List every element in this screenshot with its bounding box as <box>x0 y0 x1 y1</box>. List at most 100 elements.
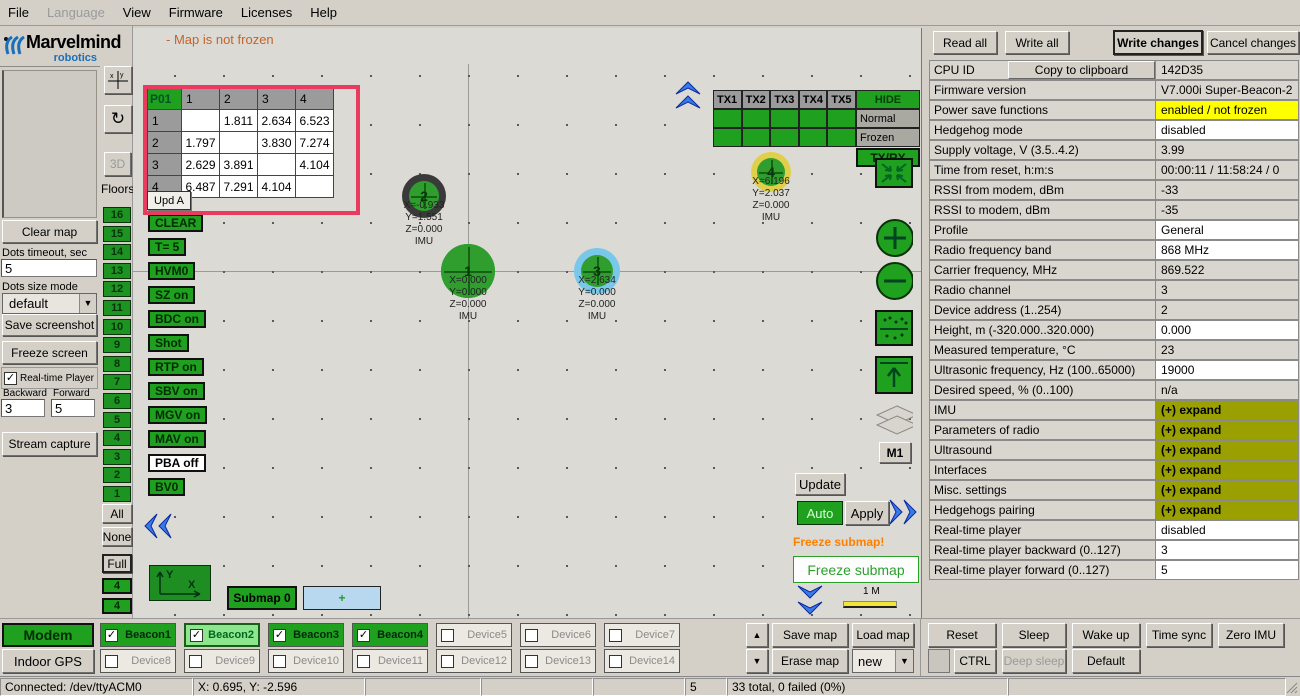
param-value[interactable]: (+) expand <box>1156 400 1299 420</box>
device-button-device7[interactable]: Device7 <box>604 623 680 647</box>
beacon-1[interactable]: 1 X=0.000 Y=0.000 Z=0.000 IMU <box>441 244 495 322</box>
fit-view-icon[interactable] <box>875 158 913 188</box>
floor-button-3[interactable]: 3 <box>103 448 131 465</box>
stream-capture-button[interactable]: Stream capture <box>2 432 97 456</box>
write-all-button[interactable]: Write all <box>1005 31 1069 54</box>
update-button[interactable]: Update <box>795 473 845 495</box>
menu-item-file[interactable]: File <box>8 5 29 20</box>
beacon-4[interactable]: 4 X=6.196 Y=2.037 Z=0.000 IMU <box>751 152 791 223</box>
load-map-button[interactable]: Load map <box>852 623 914 647</box>
scroll-down-icon[interactable]: ▼ <box>746 649 768 673</box>
floors-none-button[interactable]: None <box>102 527 132 546</box>
floor-count-button-2[interactable]: 4 <box>102 598 132 614</box>
checkbox-empty-icon[interactable] <box>525 628 538 642</box>
floor-button-8[interactable]: 8 <box>103 355 131 372</box>
floor-button-7[interactable]: 7 <box>103 374 131 391</box>
tx-frozen-label[interactable]: Frozen <box>855 128 920 147</box>
param-value[interactable]: 869.522 <box>1156 260 1299 280</box>
copy-to-clipboard-button[interactable]: Copy to clipboard <box>1008 61 1155 79</box>
param-value[interactable]: -33 <box>1156 180 1299 200</box>
param-value[interactable]: 3 <box>1156 540 1299 560</box>
floor-button-16[interactable]: 16 <box>103 207 131 223</box>
device-button-device11[interactable]: Device11 <box>352 649 428 673</box>
floor-button-4[interactable]: 4 <box>103 430 131 447</box>
cmd-hvm0-button[interactable]: HVM0 <box>148 262 196 280</box>
param-value[interactable]: General <box>1156 220 1299 240</box>
zoom-out-icon[interactable] <box>875 261 913 301</box>
indoor-gps-tab[interactable]: Indoor GPS <box>2 649 94 673</box>
floor-button-9[interactable]: 9 <box>103 337 131 354</box>
xy-axes-icon[interactable]: xy <box>104 66 132 94</box>
checkbox-checked-icon[interactable]: ✓ <box>357 628 370 642</box>
param-value[interactable]: disabled <box>1156 520 1299 540</box>
erase-map-button[interactable]: Erase map <box>772 649 848 673</box>
upd-a-button[interactable]: Upd A <box>147 191 191 210</box>
floor-button-6[interactable]: 6 <box>103 392 131 409</box>
pan-up-icon[interactable] <box>674 80 702 112</box>
tx-cell[interactable] <box>741 109 771 128</box>
beacon-2[interactable]: 2 X=-0.933 Y=1.551 Z=0.000 IMU <box>402 174 446 247</box>
floor-button-13[interactable]: 13 <box>103 262 131 279</box>
cmd-mav-on-button[interactable]: MAV on <box>148 430 206 448</box>
tx-cell[interactable] <box>798 128 828 147</box>
save-map-button[interactable]: Save map <box>772 623 848 647</box>
tx-normal-label[interactable]: Normal <box>855 109 920 128</box>
tx-cell[interactable] <box>713 128 742 147</box>
modem-tab[interactable]: Modem <box>2 623 94 647</box>
pan-right-icon[interactable] <box>888 498 918 526</box>
write-changes-button[interactable]: Write changes <box>1113 30 1203 55</box>
apply-button[interactable]: Apply <box>845 501 889 525</box>
device-button-beacon4[interactable]: ✓ Beacon4 <box>352 623 428 647</box>
layers-icon[interactable] <box>875 404 913 438</box>
checkbox-checked-icon[interactable]: ✓ <box>4 371 17 385</box>
device-button-device14[interactable]: Device14 <box>604 649 680 673</box>
device-button-device6[interactable]: Device6 <box>520 623 596 647</box>
ctrl-button[interactable]: CTRL <box>954 649 996 673</box>
checkbox-empty-icon[interactable] <box>609 628 622 642</box>
floor-button-11[interactable]: 11 <box>103 299 131 316</box>
beacon-3[interactable]: 3 X=2.634 Y=0.000 Z=0.000 IMU <box>574 248 620 322</box>
param-value[interactable]: 19000 <box>1156 360 1299 380</box>
cmd-t-5-button[interactable]: T= 5 <box>148 238 187 256</box>
param-value[interactable]: (+) expand <box>1156 480 1299 500</box>
checkbox-empty-icon[interactable] <box>441 654 454 668</box>
pan-down-icon[interactable] <box>796 584 824 618</box>
add-submap-button[interactable]: + <box>303 586 381 610</box>
read-all-button[interactable]: Read all <box>933 31 997 54</box>
time-sync-button[interactable]: Time sync <box>1146 623 1212 647</box>
cmd-sz-on-button[interactable]: SZ on <box>148 286 196 304</box>
floor-button-2[interactable]: 2 <box>103 467 131 484</box>
param-value[interactable]: 3.99 <box>1156 140 1299 160</box>
pan-left-icon[interactable] <box>143 512 175 540</box>
wake-up-button[interactable]: Wake up <box>1072 623 1140 647</box>
map-name-select[interactable]: new ▼ <box>852 649 914 673</box>
checkbox-checked-icon[interactable]: ✓ <box>190 628 203 642</box>
tx-cell[interactable] <box>741 128 771 147</box>
submap-tab[interactable]: Submap 0 <box>227 586 297 610</box>
floor-button-15[interactable]: 15 <box>103 225 131 242</box>
param-value[interactable]: n/a <box>1156 380 1299 400</box>
dots-size-select[interactable]: default ▼ <box>2 293 97 314</box>
chevron-down-icon[interactable]: ▼ <box>895 650 913 672</box>
save-screenshot-button[interactable]: Save screenshot <box>2 314 97 336</box>
cmd-bdc-on-button[interactable]: BDC on <box>148 310 206 328</box>
device-button-beacon2[interactable]: ✓ Beacon2 <box>184 623 260 647</box>
device-button-device5[interactable]: Device5 <box>436 623 512 647</box>
checkbox-empty-icon[interactable] <box>525 654 538 668</box>
checkbox-empty-icon[interactable] <box>357 654 370 668</box>
scroll-up-icon[interactable]: ▲ <box>746 623 768 647</box>
ceiling-mount-icon[interactable] <box>875 356 913 394</box>
dots-layer-icon[interactable] <box>875 310 913 346</box>
param-value[interactable]: enabled / not frozen <box>1156 100 1299 120</box>
param-value[interactable]: (+) expand <box>1156 420 1299 440</box>
auto-button[interactable]: Auto <box>797 501 843 525</box>
param-value[interactable]: 868 MHz <box>1156 240 1299 260</box>
cmd-rtp-on-button[interactable]: RTP on <box>148 358 204 376</box>
cancel-changes-button[interactable]: Cancel changes <box>1207 31 1299 54</box>
floor-button-14[interactable]: 14 <box>103 244 131 261</box>
floor-button-1[interactable]: 1 <box>103 485 131 502</box>
device-button-device8[interactable]: Device8 <box>100 649 176 673</box>
device-button-beacon3[interactable]: ✓ Beacon3 <box>268 623 344 647</box>
floor-button-12[interactable]: 12 <box>103 281 131 298</box>
param-value[interactable]: 23 <box>1156 340 1299 360</box>
